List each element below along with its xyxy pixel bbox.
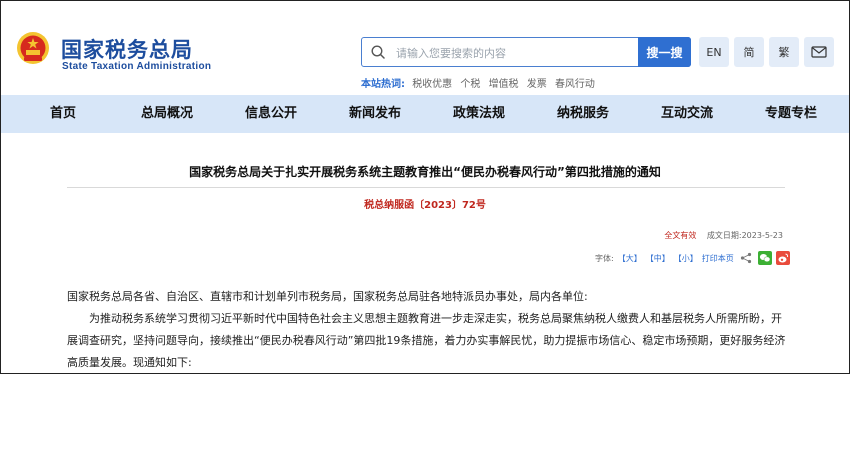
nav-item-tax-service[interactable]: 纳税服务 — [533, 95, 633, 133]
english-button[interactable]: EN — [699, 37, 729, 67]
share-icon[interactable] — [740, 252, 752, 264]
simplified-chinese-button[interactable]: 简 — [734, 37, 764, 67]
article-meta: 全文有效 成文日期:2023-5-23 — [664, 230, 783, 241]
hot-word-link[interactable]: 春风行动 — [555, 79, 595, 90]
nav-item-special[interactable]: 专题专栏 — [741, 95, 841, 133]
wechat-icon[interactable] — [757, 251, 772, 265]
nav-item-interaction[interactable]: 互动交流 — [637, 95, 737, 133]
site-subtitle: State Taxation Administration — [62, 61, 212, 72]
article-paragraph: 为推动税务系统学习贯彻习近平新时代中国特色社会主义思想主题教育进一步走深走实，税… — [67, 312, 786, 369]
site-header: 国家税务总局 State Taxation Administration 搜一搜… — [1, 1, 849, 95]
hot-word-link[interactable]: 增值税 — [489, 79, 519, 90]
font-size-controls: 字体: 【大】 【中】 【小】 打印本页 — [595, 251, 790, 265]
search-icon — [371, 45, 385, 59]
mail-icon — [811, 46, 827, 58]
document-number: 税总纳服函〔2023〕72号 — [364, 200, 486, 211]
nav-item-overview[interactable]: 总局概况 — [117, 95, 217, 133]
article-paragraph: 国家税务总局各省、自治区、直辖市和计划单列市税务局，国家税务总局驻各地特派员办事… — [67, 290, 588, 303]
hot-word-link[interactable]: 发票 — [527, 79, 547, 90]
main-nav: 首页 总局概况 信息公开 新闻发布 政策法规 纳税服务 互动交流 专题专栏 — [1, 95, 849, 133]
site-title[interactable]: 国家税务总局 — [61, 34, 193, 64]
national-emblem-icon[interactable] — [15, 31, 51, 67]
nav-item-home[interactable]: 首页 — [13, 95, 113, 133]
article-title: 国家税务总局关于扎实开展税务系统主题教育推出“便民办税春风行动”第四批措施的通知 — [189, 165, 661, 179]
hot-word-link[interactable]: 税收优惠 — [412, 79, 452, 90]
hot-word-link[interactable]: 个税 — [460, 79, 480, 90]
weibo-icon[interactable] — [775, 251, 790, 265]
nav-item-policy[interactable]: 政策法规 — [429, 95, 529, 133]
traditional-chinese-button[interactable]: 繁 — [769, 37, 799, 67]
title-divider — [67, 187, 785, 188]
validity-status: 全文有效 — [664, 231, 697, 240]
font-large-button[interactable]: 【大】 — [618, 253, 642, 264]
hot-words-label: 本站热词: — [361, 79, 405, 90]
page-frame: 国家税务总局 State Taxation Administration 搜一搜… — [0, 0, 850, 374]
nav-item-news[interactable]: 新闻发布 — [325, 95, 425, 133]
hot-words: 本站热词: 税收优惠 个税 增值税 发票 春风行动 — [361, 75, 600, 90]
mail-button[interactable] — [804, 37, 834, 67]
font-small-button[interactable]: 【小】 — [674, 253, 698, 264]
document-date: 成文日期:2023-5-23 — [706, 231, 783, 240]
print-button[interactable]: 打印本页 — [702, 253, 734, 264]
nav-item-disclosure[interactable]: 信息公开 — [221, 95, 321, 133]
font-size-label: 字体: — [595, 253, 614, 263]
search-input[interactable] — [394, 42, 638, 64]
font-medium-button[interactable]: 【中】 — [646, 253, 670, 264]
search-button[interactable]: 搜一搜 — [638, 37, 691, 67]
